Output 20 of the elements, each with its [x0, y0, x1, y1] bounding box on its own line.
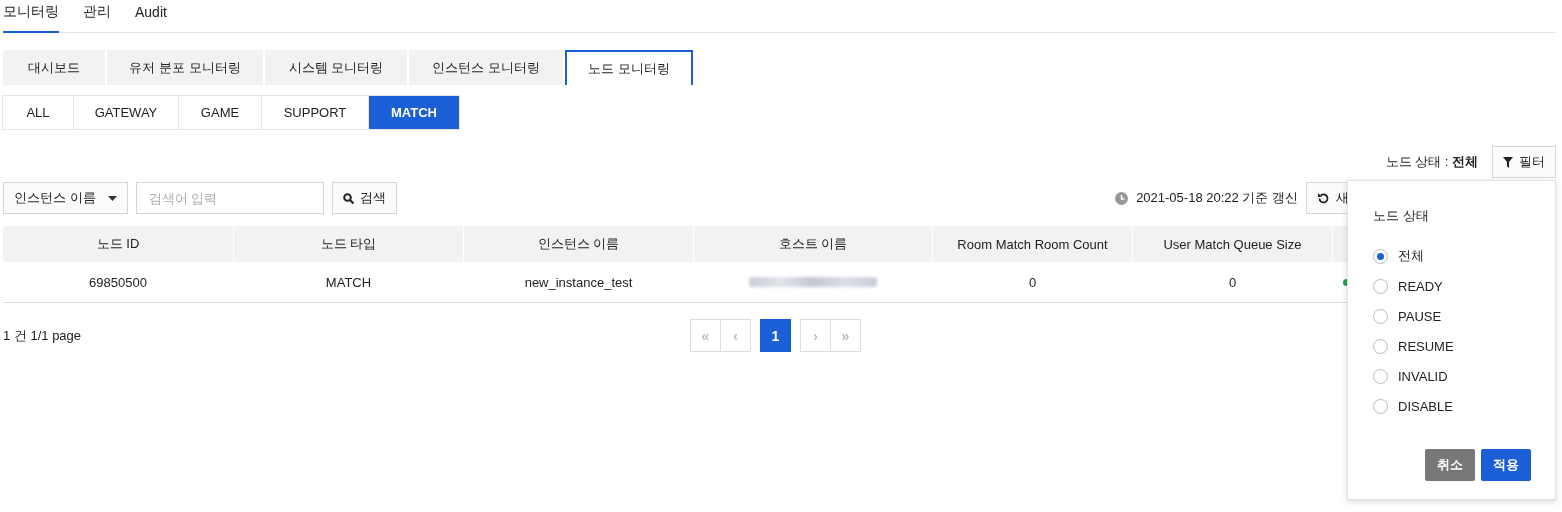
- option-label: 전체: [1398, 247, 1424, 265]
- table-cell-text: MATCH: [324, 273, 373, 292]
- column-header: 호스트 이름: [694, 226, 932, 262]
- page-summary: 1 건 1/1 page: [3, 326, 82, 345]
- option-label: READY: [1398, 278, 1443, 294]
- option-label: INVALID: [1398, 368, 1448, 384]
- table-cell-text: 69850500: [88, 273, 148, 292]
- node-status-label: 노드 상태 : 전체: [1385, 153, 1478, 171]
- table-cell-text: new_instance_test: [523, 273, 634, 292]
- column-header: 노드 타입: [234, 226, 463, 262]
- last-updated-text: 2021-05-18 20:22 기준 갱신: [1136, 189, 1298, 207]
- option-label: PAUSE: [1398, 308, 1442, 324]
- table-cell-text: 0: [1027, 273, 1038, 292]
- column-header: User Match Queue Size: [1133, 226, 1332, 262]
- option-label: DISABLE: [1398, 398, 1453, 414]
- column-header: 인스턴스 이름: [464, 226, 693, 262]
- option-label: RESUME: [1398, 338, 1454, 354]
- table-cell-text: 0: [1227, 273, 1238, 292]
- column-header: 노드 ID: [3, 226, 233, 262]
- column-header: Room Match Room Count: [933, 226, 1132, 262]
